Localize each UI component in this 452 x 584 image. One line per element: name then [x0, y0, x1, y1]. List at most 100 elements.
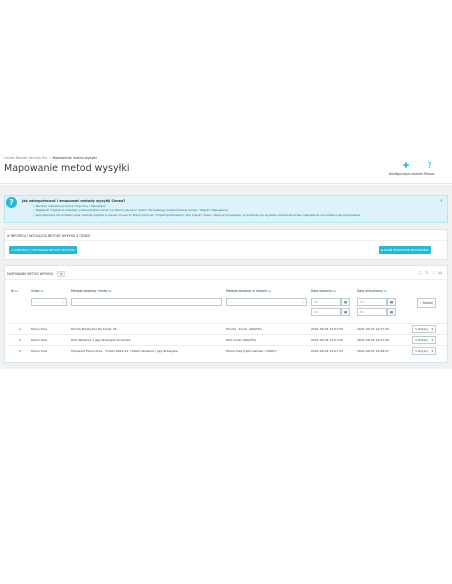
- calendar-icon[interactable]: ▦: [341, 308, 350, 316]
- cell-date-add: 2021-09-03 14:07:33: [311, 349, 343, 353]
- search-button[interactable]: ⌕ Szukaj: [417, 298, 436, 308]
- count-badge: 3: [57, 271, 65, 277]
- column-header-ceneo-method[interactable]: Metoda dostawy Ceneo ▾▴: [71, 289, 111, 293]
- database-icon[interactable]: ▤: [438, 270, 445, 275]
- alert-title: Jak zaimportować i zmapować metody wysył…: [22, 199, 126, 203]
- alert-item: Jeśli włączysz lub dodasz nową metodę wy…: [33, 213, 361, 217]
- column-header-shop[interactable]: Sklep ▾▴: [31, 289, 44, 293]
- sort-icon[interactable]: ▾▴: [40, 289, 43, 293]
- column-header-ceneo-method-label: Metoda dostawy Ceneo: [71, 289, 108, 293]
- edit-button[interactable]: ✎ Edytuj ▾: [412, 347, 436, 355]
- date-upd-to-input[interactable]: Do: [357, 308, 387, 316]
- sort-icon[interactable]: ▾▴: [268, 289, 271, 293]
- cell-ceneo-method: Poczta Polska,Poczta Kurier 24: [71, 327, 117, 331]
- edit-button-label: Edytuj: [418, 327, 428, 331]
- chevron-down-icon[interactable]: ▾: [432, 338, 433, 342]
- column-header-id-label: Id: [11, 289, 14, 293]
- ceneo-method-filter-input[interactable]: [71, 298, 222, 306]
- breadcrumb: Ceneo Basket Service Pro / Mapowanie metod…: [4, 156, 97, 160]
- cell-date-add: 2021-09-03 14:57:26: [311, 338, 343, 342]
- cell-id: 1: [19, 327, 21, 331]
- chevron-down-icon[interactable]: ▾: [432, 327, 433, 331]
- list-panel-heading-text: MAPOWANIE METOD WYSYŁKI: [7, 272, 54, 276]
- cell-date-upd: 2021-09-03 14:57:56: [357, 338, 389, 342]
- config-module-button[interactable]: ✚ Konfiguracja modułu: [389, 162, 423, 177]
- cell-shop-method: Poczta - Kurier (GRATIS): [226, 327, 262, 331]
- sort-icon[interactable]: ▾▴: [15, 289, 18, 293]
- date-upd-to-placeholder: Do: [360, 310, 364, 314]
- chevron-down-icon[interactable]: ▾: [432, 349, 433, 353]
- column-header-date-add-label: Data dodania: [311, 289, 332, 293]
- question-icon: ?: [6, 197, 17, 208]
- cell-ceneo-method: Transport Mi-kuchnie - TYLKO 0824-03 >50…: [71, 349, 178, 353]
- date-add-to-placeholder: Do: [314, 310, 318, 314]
- import-update-label: IMPORTUJ / AKTUALIZUJ METODY WYSYŁKI: [14, 248, 75, 252]
- delete-all-mappings-label: USUŃ WSZYSTKIE MAPOWANIA: [383, 248, 429, 252]
- cell-ceneo-method: DHL Wielkość 1 gby,Przesyłka kurierska: [71, 338, 131, 342]
- import-panel: ⚙ IMPORTUJ / AKTUALIZUJ METODY WYSYŁKI Z…: [4, 229, 448, 260]
- alert-list: Naciśnij niebieski przycisk "Importuj / …: [33, 204, 361, 217]
- sort-icon[interactable]: ▾▴: [384, 289, 387, 293]
- cell-date-upd: 2021-09-03 14:08:07: [357, 349, 389, 353]
- shop-method-filter-select[interactable]: -- ⌄: [226, 298, 307, 306]
- date-upd-from-input[interactable]: Od: [357, 298, 387, 306]
- cell-shop: Mi-kuchnie: [31, 327, 48, 331]
- trash-icon: ▪: [381, 248, 383, 252]
- column-header-shop-label: Sklep: [31, 289, 40, 293]
- cell-shop: Mi-kuchnie: [31, 338, 48, 342]
- table-row: 2 Mi-kuchnie DHL Wielkość 1 gby,Przesyłk…: [6, 334, 448, 345]
- info-alert: ? Jak zaimportować i zmapować metody wys…: [4, 195, 448, 223]
- close-icon[interactable]: ×: [440, 198, 443, 203]
- column-header-date-upd-label: Data aktualizacji: [357, 289, 383, 293]
- import-panel-heading: ⚙ IMPORTUJ / AKTUALIZUJ METODY WYSYŁKI Z…: [7, 234, 90, 238]
- mapping-list-panel: MAPOWANIE METOD WYSYŁKI 3 ▢↻◌▤ Id ▾▴ Skle…: [4, 265, 448, 363]
- cell-date-upd: 2021-09-03 14:57:43: [357, 327, 389, 331]
- edit-button-label: Edytuj: [418, 338, 428, 342]
- edit-button-label: Edytuj: [418, 349, 428, 353]
- divider: [5, 279, 447, 280]
- search-button-label: Szukaj: [422, 301, 433, 305]
- table-row: 3 Mi-kuchnie Transport Mi-kuchnie - TYLK…: [6, 345, 448, 356]
- cell-shop-method: DHL kurier (GRATIS): [226, 338, 256, 342]
- cell-shop-method: Mi-kuchnie (tylko bezdev >500m): [226, 349, 277, 353]
- sort-icon[interactable]: ▾▴: [108, 289, 111, 293]
- sort-icon[interactable]: ▾▴: [333, 289, 336, 293]
- date-upd-from-placeholder: Od: [360, 300, 364, 304]
- import-panel-heading-text: IMPORTUJ / AKTUALIZUJ METODY WYSYŁKI Z C…: [10, 234, 91, 238]
- column-header-date-upd[interactable]: Data aktualizacji ▾▴: [357, 289, 387, 293]
- date-add-to-input[interactable]: Do: [311, 308, 341, 316]
- edit-button[interactable]: ✎ Edytuj ▾: [412, 336, 436, 344]
- shop-filter-select[interactable]: -- ⌄: [31, 298, 67, 306]
- column-header-date-add[interactable]: Data dodania ▾▴: [311, 289, 336, 293]
- column-header-shop-method-label: Metoda dostawy w sklepie: [226, 289, 267, 293]
- chevron-down-icon: ⌄: [62, 300, 65, 304]
- calendar-icon[interactable]: ▦: [341, 298, 350, 306]
- cell-id: 2: [19, 338, 21, 342]
- calendar-icon[interactable]: ▦: [387, 298, 396, 306]
- import-update-button[interactable]: ⇩ IMPORTUJ / AKTUALIZUJ METODY WYSYŁKI: [9, 246, 77, 254]
- panel-tools: ▢↻◌▤: [419, 270, 445, 275]
- help-label: Pomoc: [424, 172, 435, 176]
- shop-filter-value: --: [34, 300, 37, 304]
- page-title: Mapowanie metod wysyłki: [4, 163, 130, 174]
- divider: [5, 240, 447, 241]
- shop-method-filter-value: --: [229, 300, 232, 304]
- edit-button[interactable]: ✎ Edytuj ▾: [412, 325, 436, 333]
- cell-date-add: 2021-09-03 14:57:59: [311, 327, 343, 331]
- gear-icon: ⚙: [7, 234, 10, 238]
- delete-all-mappings-button[interactable]: ▪ USUŃ WSZYSTKIE MAPOWANIA: [379, 246, 431, 254]
- date-add-from-input[interactable]: Od: [311, 298, 341, 306]
- column-header-id[interactable]: Id ▾▴: [11, 289, 18, 293]
- help-icon: ?: [427, 161, 432, 170]
- top-blank-area: [0, 0, 452, 150]
- breadcrumb-parent[interactable]: Ceneo Basket Service Pro: [4, 156, 47, 160]
- calendar-icon[interactable]: ▦: [387, 308, 396, 316]
- help-button[interactable]: ? Pomoc: [424, 161, 435, 177]
- breadcrumb-separator: /: [49, 156, 51, 160]
- column-header-shop-method[interactable]: Metoda dostawy w sklepie ▾▴: [226, 289, 271, 293]
- date-add-from-placeholder: Od: [314, 300, 318, 304]
- cell-shop: Mi-kuchnie: [31, 349, 48, 353]
- chevron-down-icon: ⌄: [302, 300, 305, 304]
- bottom-blank-area: [0, 369, 452, 584]
- config-module-label: Konfiguracja modułu: [389, 172, 423, 176]
